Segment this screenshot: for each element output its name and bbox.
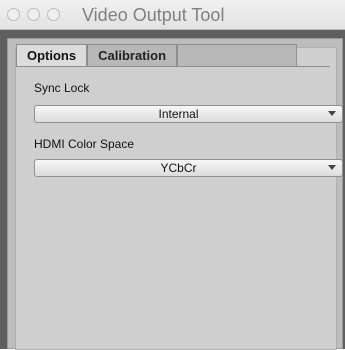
options-form: Sync Lock Internal HDMI Color Space YCbC… [16,66,343,347]
close-window-icon[interactable] [7,8,20,21]
hdmi-color-space-value: YCbCr [160,161,197,175]
tab-calibration[interactable]: Calibration [87,44,178,66]
hdmi-color-space-select[interactable]: YCbCr [34,159,343,177]
tab-bar: Options Calibration [16,44,298,67]
zoom-window-icon[interactable] [47,8,60,21]
minimize-window-icon[interactable] [27,8,40,21]
sync-lock-value: Internal [158,107,199,121]
tab-options[interactable]: Options [16,44,88,67]
chevron-down-icon [328,165,336,170]
sync-lock-label: Sync Lock [34,81,90,95]
video-output-window: Video Output Tool Options Calibration Sy… [0,0,345,350]
chevron-down-icon [328,111,336,116]
sync-lock-select[interactable]: Internal [34,105,343,123]
titlebar: Video Output Tool [0,0,345,30]
hdmi-color-space-label: HDMI Color Space [34,137,135,151]
window-title: Video Output Tool [82,5,225,25]
tab-bar-filler [177,44,298,66]
